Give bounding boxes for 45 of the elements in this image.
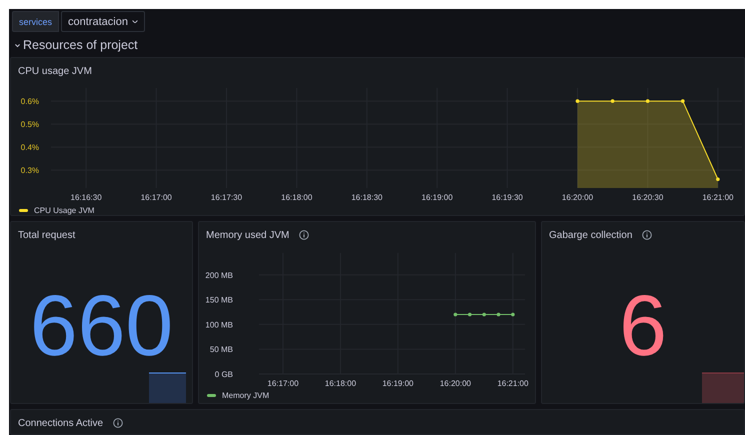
y-axis-label: 0.5% [20,120,39,130]
x-axis-label: 16:20:00 [440,379,471,388]
y-axis-label: 0.4% [20,143,39,152]
panel-title: Gabarge collection [549,230,632,240]
info-icon[interactable] [642,230,652,240]
panel-title: Memory used JVM [206,230,290,240]
panel-title: Total request [18,230,76,240]
chevron-down-icon [132,20,138,24]
x-axis-label: 16:18:00 [324,379,356,388]
row-header[interactable]: Resources of project [9,33,138,57]
info-icon[interactable] [299,230,310,240]
x-axis-label: 16:16:30 [70,193,102,202]
x-axis-label: 16:19:00 [422,193,453,202]
sparkline-drawing [149,372,186,403]
y-axis-label: 200 MB [205,270,233,280]
y-axis-label: 0.3% [20,166,39,176]
stat-value: 6 [619,283,667,369]
y-axis-label: 0 GB [214,370,233,379]
y-axis-label: 100 MB [205,320,233,330]
variable-dropdown[interactable]: contratacion [61,11,145,32]
y-axis-label: 0.6% [20,97,39,106]
panel-title: CPU usage JVM [18,66,92,76]
x-axis-label: 16:17:00 [140,193,172,202]
chevron-icon [14,42,21,48]
x-axis-label: 16:18:30 [351,193,382,202]
x-axis-label: 16:20:00 [562,193,594,202]
legend-label[interactable]: CPU Usage JVM [34,206,94,215]
x-axis-label: 16:19:00 [382,379,414,388]
panel-title: Connections Active [18,418,104,428]
x-axis-label: 16:21:00 [497,379,528,388]
info-icon[interactable] [113,418,124,428]
stat-value: 660 [30,283,174,369]
x-axis-label: 16:17:00 [267,379,299,388]
legend-swatch [207,394,216,397]
x-axis-label: 16:18:00 [281,193,312,202]
x-axis-label: 16:19:30 [492,193,523,202]
x-axis-label: 16:17:30 [210,193,242,202]
sparkline-drawing [702,372,744,403]
x-axis-label: 16:21:00 [702,193,734,202]
legend-label[interactable]: Memory JVM [222,391,270,400]
x-axis-label: 16:20:30 [632,193,664,202]
legend-swatch [19,209,28,212]
variable-label: services [12,11,60,32]
y-axis-label: 150 MB [205,296,233,305]
y-axis-label: 50 MB [210,345,233,354]
